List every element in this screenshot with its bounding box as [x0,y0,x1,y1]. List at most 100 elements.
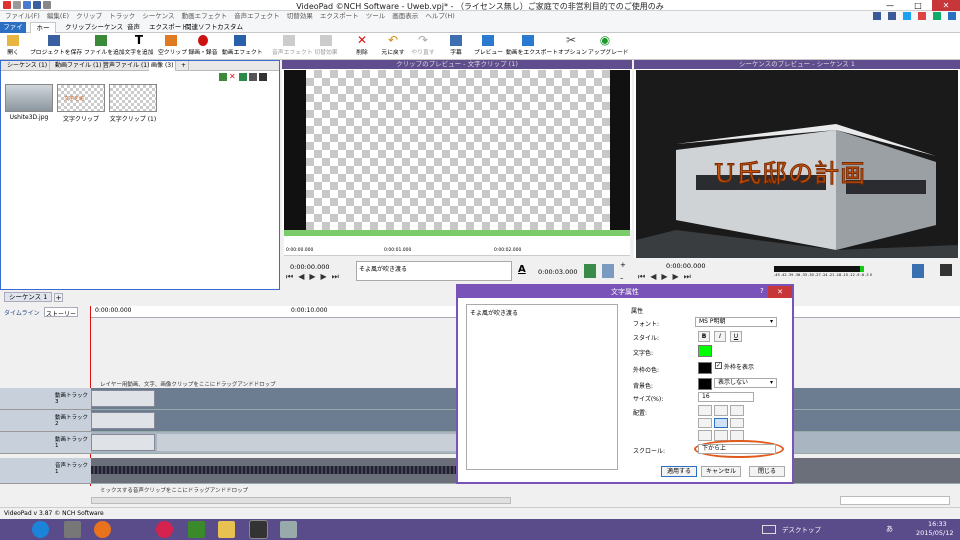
itunes-icon[interactable] [156,521,173,538]
text-format-icon[interactable]: A [518,264,526,275]
menu-clip[interactable]: クリップ [76,12,102,20]
menu-help[interactable]: ヘルプ(H) [425,12,454,20]
twitter-icon[interactable] [903,12,911,20]
maximize-button[interactable]: □ [904,0,932,11]
align-middle-center-button[interactable] [714,417,728,429]
add-text-button[interactable]: T 文字を追加 [122,34,156,59]
help-icon[interactable] [948,12,956,20]
image-clip[interactable] [91,434,155,451]
preview-button[interactable]: プレビュー [474,35,503,59]
align-bottom-left-button[interactable] [698,430,712,441]
display-mode-icon[interactable] [912,264,924,278]
timeline-scrollbar[interactable] [91,497,511,504]
menu-sequence[interactable]: シーケンス [142,12,174,20]
tab-file[interactable]: ファイル [0,22,26,42]
menu-transitions[interactable]: 切替効果 [287,12,313,20]
google-plus-icon[interactable] [918,12,926,20]
menu-track[interactable]: トラック [109,12,135,20]
firefox-icon[interactable] [94,521,111,538]
background-color-swatch[interactable] [698,378,712,390]
dialog-close-button[interactable]: ✕ [768,286,792,298]
tab-custom[interactable]: カスタム [214,22,246,33]
step-back-icon[interactable]: ◀ [650,272,656,282]
tab-bin-sequences[interactable]: シーケンス (1) [5,61,51,71]
outline-color-swatch[interactable] [698,362,712,374]
clip-text-field[interactable]: そよ風が吹き渡る [356,261,512,281]
bold-button[interactable]: B [698,331,710,342]
upgrade-button[interactable]: ◉ アップグレード [588,34,629,59]
step-forward-icon[interactable]: ▶ [673,272,679,282]
undo-button[interactable]: ↶ 元に戻す [380,34,406,59]
app-icon[interactable] [280,521,297,538]
text-color-swatch[interactable] [698,345,712,357]
app-icon[interactable] [188,521,205,538]
overlay-icon[interactable] [602,264,614,278]
linkedin-icon[interactable] [933,12,941,20]
add-bin-tab[interactable]: + [179,61,190,71]
snapshot-icon[interactable] [940,264,952,276]
delete-button[interactable]: ✕ 削除 [352,34,372,59]
tab-sequence[interactable]: シーケンス [88,22,126,33]
dialog-help-button[interactable]: ? [760,287,764,295]
align-top-left-button[interactable] [698,405,712,416]
menu-view[interactable]: 画面表示 [392,12,418,20]
menu-audio-effects[interactable]: 音声エフェクト [234,12,280,20]
tab-bin-images[interactable]: 画像 (3) [149,61,177,71]
redo-button[interactable]: ↷ やり直す [410,34,436,59]
go-end-icon[interactable]: ⏭ [332,272,339,282]
add-icon[interactable] [239,73,247,81]
facebook-icon[interactable] [873,12,881,20]
app-icon[interactable] [64,521,81,538]
zoom-in-button[interactable]: + [620,261,626,269]
keyboard-icon[interactable] [762,525,776,534]
tab-storyboard[interactable]: ストーリーボード [44,307,78,317]
video-effects-button[interactable]: 動画エフェクト [222,35,263,59]
bin-item-text-clip[interactable] [109,84,157,112]
text-clip[interactable] [91,412,155,429]
internet-explorer-icon[interactable] [32,521,49,538]
apply-button[interactable]: 適用する [661,466,697,477]
close-dialog-button[interactable]: 閉じる [749,466,785,477]
tab-bin-video[interactable]: 動画ファイル (1) [53,61,105,71]
desktop-toolbar[interactable]: デスクトップ [782,524,821,534]
timeline-zoom-slider[interactable] [840,496,950,505]
tab-audio[interactable]: 音声 [124,22,143,33]
step-forward-icon[interactable]: ▶ [321,272,327,282]
go-start-icon[interactable]: ⏮ [638,272,645,282]
outline-checkbox[interactable]: ✓ [715,362,722,369]
go-start-icon[interactable]: ⏮ [286,272,293,282]
align-middle-left-button[interactable] [698,417,712,429]
options-button[interactable]: ✂ オプション [558,34,587,59]
scroll-select[interactable]: 下から上 [698,444,776,454]
blank-clip-button[interactable]: 空クリップ [158,35,187,59]
list-view-icon[interactable] [249,73,257,81]
record-button[interactable]: 録画・録音 [188,35,218,59]
tab-sequence-1[interactable]: シーケンス 1 [4,292,53,302]
align-top-center-button[interactable] [714,405,728,416]
align-middle-right-button[interactable] [730,417,744,429]
play-icon[interactable]: ▶ [309,272,315,282]
clip-ruler[interactable]: 0:00:00.000 0:00:01.000 0:00:02.000 [284,236,630,256]
dialog-text-area[interactable]: そよ風が吹き渡る [466,304,618,470]
export-video-button[interactable]: 動画をエクスポート [506,35,558,59]
facebook-icon[interactable] [888,12,896,20]
delete-icon[interactable]: ✕ [229,73,237,81]
text-clip[interactable] [91,390,155,407]
transitions-button[interactable]: 切替効果 [312,35,340,59]
italic-button[interactable]: I [714,331,726,342]
underline-button[interactable]: U [730,331,742,342]
font-select[interactable]: MS P明朝 [695,317,777,327]
bin-item-text-clip[interactable]: 文字を追 [57,84,105,112]
align-top-right-button[interactable] [730,405,744,416]
cancel-button[interactable]: キャンセル [701,466,741,477]
minimize-button[interactable]: — [876,0,904,11]
add-file-button[interactable]: ファイルを追加 [84,35,125,59]
file-explorer-icon[interactable] [218,521,235,538]
grid-view-icon[interactable] [259,73,267,81]
step-back-icon[interactable]: ◀ [298,272,304,282]
go-end-icon[interactable]: ⏭ [684,272,691,282]
add-to-sequence-icon[interactable] [584,264,596,278]
import-icon[interactable] [219,73,227,81]
size-input[interactable]: 16 [698,392,754,402]
add-sequence-button[interactable]: + [54,293,63,302]
